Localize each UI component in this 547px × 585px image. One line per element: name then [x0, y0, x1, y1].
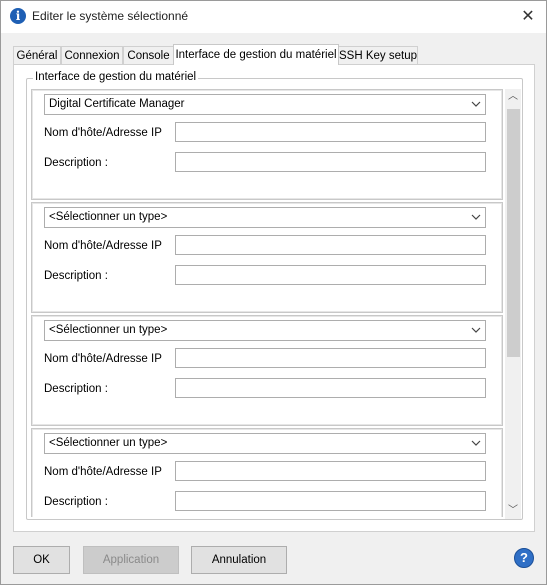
cancel-button[interactable]: Annulation — [191, 546, 287, 574]
chevron-down-icon — [471, 214, 481, 220]
scroll-up-icon[interactable]: ︿ — [505, 89, 521, 105]
type-select[interactable]: <Sélectionner un type> — [44, 207, 486, 228]
interface-entry: <Sélectionner un type> Nom d'hôte/Adress… — [31, 202, 503, 313]
host-input[interactable] — [175, 122, 486, 142]
host-label: Nom d'hôte/Adresse IP — [44, 466, 162, 478]
tab-panel: Interface de gestion du matériel Digital… — [13, 64, 535, 532]
host-label: Nom d'hôte/Adresse IP — [44, 353, 162, 365]
group-title: Interface de gestion du matériel — [33, 71, 199, 83]
description-label: Description : — [44, 383, 108, 395]
apply-button[interactable]: Application — [83, 546, 179, 574]
scrollbar-thumb[interactable] — [507, 109, 520, 357]
window-title: Editer le système sélectionné — [32, 9, 189, 23]
tab-ssh-key-setup[interactable]: SSH Key setup — [338, 46, 418, 64]
host-label: Nom d'hôte/Adresse IP — [44, 127, 162, 139]
host-input[interactable] — [175, 348, 486, 368]
chevron-down-icon — [471, 101, 481, 107]
tab-general[interactable]: Général — [13, 46, 61, 64]
chevron-down-icon — [471, 327, 481, 333]
tab-hardware-interface[interactable]: Interface de gestion du matériel — [173, 44, 339, 65]
type-select[interactable]: <Sélectionner un type> — [44, 320, 486, 341]
type-select-value: <Sélectionner un type> — [49, 437, 168, 449]
type-select[interactable]: Digital Certificate Manager — [44, 94, 486, 115]
info-icon: i — [10, 8, 26, 24]
host-input[interactable] — [175, 235, 486, 255]
host-label: Nom d'hôte/Adresse IP — [44, 240, 162, 252]
description-input[interactable] — [175, 152, 486, 172]
description-input[interactable] — [175, 265, 486, 285]
description-input[interactable] — [175, 491, 486, 511]
description-label: Description : — [44, 270, 108, 282]
description-label: Description : — [44, 496, 108, 508]
type-select-value: <Sélectionner un type> — [49, 211, 168, 223]
type-select-value: <Sélectionner un type> — [49, 324, 168, 336]
interface-entry: Digital Certificate Manager Nom d'hôte/A… — [31, 89, 503, 200]
tab-connexion[interactable]: Connexion — [61, 46, 123, 64]
tab-console[interactable]: Console — [123, 46, 174, 64]
hardware-interface-group: Interface de gestion du matériel Digital… — [26, 71, 523, 520]
scroll-down-icon[interactable]: ﹀ — [505, 503, 521, 519]
type-select[interactable]: <Sélectionner un type> — [44, 433, 486, 454]
ok-button[interactable]: OK — [13, 546, 70, 574]
host-input[interactable] — [175, 461, 486, 481]
dialog-window: i Editer le système sélectionné ✕ Généra… — [0, 0, 547, 585]
interface-entry: <Sélectionner un type> Nom d'hôte/Adress… — [31, 428, 503, 517]
title-bar: i Editer le système sélectionné ✕ — [1, 1, 546, 33]
description-input[interactable] — [175, 378, 486, 398]
interface-entry: <Sélectionner un type> Nom d'hôte/Adress… — [31, 315, 503, 426]
help-icon[interactable]: ? — [514, 548, 534, 568]
close-icon[interactable]: ✕ — [518, 7, 538, 27]
chevron-down-icon — [471, 440, 481, 446]
scroll-area: Digital Certificate Manager Nom d'hôte/A… — [31, 89, 503, 517]
type-select-value: Digital Certificate Manager — [49, 98, 185, 110]
vertical-scrollbar[interactable]: ︿ ﹀ — [505, 89, 521, 519]
description-label: Description : — [44, 157, 108, 169]
